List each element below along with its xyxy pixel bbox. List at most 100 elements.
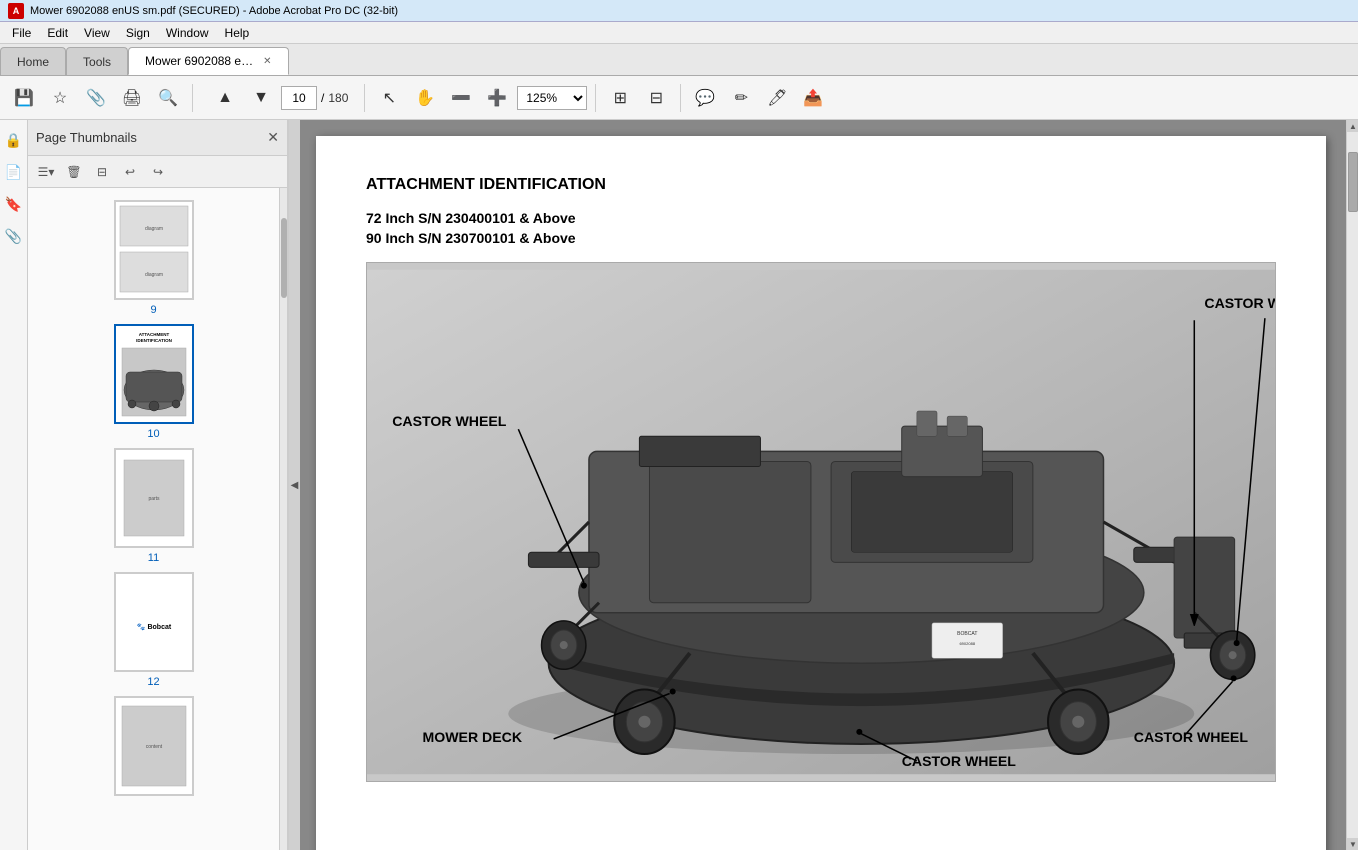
tab-tools[interactable]: Tools [66,47,128,75]
page-line-1: 72 Inch S/N 230400101 & Above [366,210,1276,226]
sidebar-icon-attachments[interactable]: 📎 [2,224,26,248]
thumb-content-9: diagram diagram [116,202,192,298]
tab-bar: Home Tools Mower 6902088 e… ✕ [0,44,1358,76]
svg-text:IDENTIFICATION: IDENTIFICATION [136,338,172,343]
zoom-out-button[interactable]: ➖ [445,82,477,114]
tab-home-label: Home [17,55,49,69]
mower-diagram-svg: BOBCAT 6902088 CASTOR WHEEL [367,263,1275,781]
sidebar-icon-lock[interactable]: 🔒 [2,128,26,152]
thumbnail-page-9[interactable]: diagram diagram 9 [28,196,279,320]
menu-view[interactable]: View [76,24,118,42]
svg-text:CASTOR WHEEL: CASTOR WHEEL [1134,729,1249,745]
tab-tools-label: Tools [83,55,111,69]
thumb-label-9: 9 [150,304,156,316]
thumb-delete-button[interactable]: 🗑 [62,160,86,184]
menu-edit[interactable]: Edit [39,24,76,42]
svg-text:CASTOR WHEEL: CASTOR WHEEL [392,413,507,429]
toolbar-separator-2 [364,84,365,112]
title-bar: A Mower 6902088 enUS sm.pdf (SECURED) - … [0,0,1358,22]
svg-text:MOWER DECK: MOWER DECK [422,729,522,745]
thumb-content-10: ATTACHMENT IDENTIFICATION [116,326,192,422]
next-page-button[interactable]: ▼ [245,82,277,114]
page-heading: ATTACHMENT IDENTIFICATION [366,176,1276,194]
thumbnails-scroll-thumb [281,218,287,298]
thumbnails-scroll[interactable]: diagram diagram 9 ATTACHMENT [28,188,279,850]
svg-text:CASTOR WHEEL: CASTOR WHEEL [902,753,1017,769]
scroll-thumb-handle [1348,152,1358,212]
thumb-label-10: 10 [147,428,159,440]
thumbnail-page-11[interactable]: parts 11 [28,444,279,568]
page-number-input[interactable] [281,86,317,110]
menu-sign[interactable]: Sign [118,24,158,42]
highlight-button[interactable]: ✏ [725,82,757,114]
bookmark-button[interactable]: ☆ [44,82,76,114]
sidebar-icon-bookmarks[interactable]: 🔖 [2,192,26,216]
thumb-label-11: 11 [148,552,159,564]
thumbnail-page-13[interactable]: content [28,692,279,800]
pdf-page: ATTACHMENT IDENTIFICATION 72 Inch S/N 23… [316,136,1326,850]
thumb-frame-10: ATTACHMENT IDENTIFICATION [114,324,194,424]
toolbar-separator-4 [680,84,681,112]
thumbnail-page-12[interactable]: 🐾 Bobcat 12 [28,568,279,692]
zoom-in-button[interactable]: ➕ [481,82,513,114]
tab-close-button[interactable]: ✕ [263,56,271,67]
sidebar-icon-thumbnails[interactable]: 📄 [2,160,26,184]
pdf-content[interactable]: ATTACHMENT IDENTIFICATION 72 Inch S/N 23… [300,120,1346,850]
thumb-content-13: content [116,698,192,794]
thumb-reduce-button[interactable]: ⊟ [90,160,114,184]
comment-button[interactable]: 💬 [689,82,721,114]
svg-text:parts: parts [148,496,160,502]
scroll-down-arrow[interactable]: ▼ [1347,838,1358,850]
menu-help[interactable]: Help [217,24,258,42]
svg-text:diagram: diagram [144,226,162,232]
thumbnails-close-button[interactable]: ✕ [267,129,279,146]
svg-text:diagram: diagram [144,272,162,278]
fit-page-button[interactable]: ⊞ [604,82,636,114]
thumbnail-page-10[interactable]: ATTACHMENT IDENTIFICATION [28,320,279,444]
share-button[interactable]: 📤 [797,82,829,114]
tab-document[interactable]: Mower 6902088 e… ✕ [128,47,288,75]
save-button[interactable]: 💾 [8,82,40,114]
page-total: 180 [328,91,348,105]
hand-tool-button[interactable]: ✋ [409,82,441,114]
svg-text:CASTOR WHEEL: CASTOR WHEEL [1204,295,1275,311]
toolbar: 💾 ☆ 📎 🖨 🔍 ▲ ▼ / 180 ↖ ✋ ➖ ➕ 50% 75% 100%… [0,76,1358,120]
print-button[interactable]: 🖨 [116,82,148,114]
panel-collapse-button[interactable]: ◀ [288,120,300,850]
attach-button[interactable]: 📎 [80,82,112,114]
prev-page-button[interactable]: ▲ [209,82,241,114]
thumb-undo-button[interactable]: ↩ [118,160,142,184]
thumb-menu-button[interactable]: ☰▾ [34,160,58,184]
markup-button[interactable]: 🖊 [761,82,793,114]
svg-text:🐾 Bobcat: 🐾 Bobcat [136,623,171,631]
tools-button-2[interactable]: ⊟ [640,82,672,114]
svg-text:6902088: 6902088 [959,641,975,646]
thumb-frame-11: parts [114,448,194,548]
cursor-tool-button[interactable]: ↖ [373,82,405,114]
page-line-2: 90 Inch S/N 230700101 & Above [366,230,1276,246]
thumb-frame-9: diagram diagram [114,200,194,300]
svg-text:content: content [145,744,162,750]
thumb-frame-13: content [114,696,194,796]
scroll-thumb[interactable] [1347,132,1358,838]
menu-window[interactable]: Window [158,24,217,42]
thumb-redo-button[interactable]: ↪ [146,160,170,184]
zoom-select[interactable]: 50% 75% 100% 125% 150% 200% [517,86,587,110]
svg-text:BOBCAT: BOBCAT [957,631,977,637]
menu-file[interactable]: File [4,24,39,42]
page-separator: / [321,91,324,105]
thumb-frame-12: 🐾 Bobcat [114,572,194,672]
right-scrollbar[interactable]: ▲ ▼ [1346,120,1358,850]
scroll-up-arrow[interactable]: ▲ [1347,120,1358,132]
nav-controls: ▲ ▼ / 180 [209,82,348,114]
menu-bar: File Edit View Sign Window Help [0,22,1358,44]
thumbnails-title: Page Thumbnails [36,130,259,145]
tab-home[interactable]: Home [0,47,66,75]
thumbnails-scrollbar[interactable] [279,188,287,850]
svg-text:ATTACHMENT: ATTACHMENT [138,332,169,337]
app-icon: A [8,3,24,19]
thumbnails-panel: Page Thumbnails ✕ ☰▾ 🗑 ⊟ ↩ ↪ [28,120,288,850]
tab-document-label: Mower 6902088 e… [145,54,253,68]
search-button[interactable]: 🔍 [152,82,184,114]
sidebar-icons: 🔒 📄 🔖 📎 [0,120,28,850]
